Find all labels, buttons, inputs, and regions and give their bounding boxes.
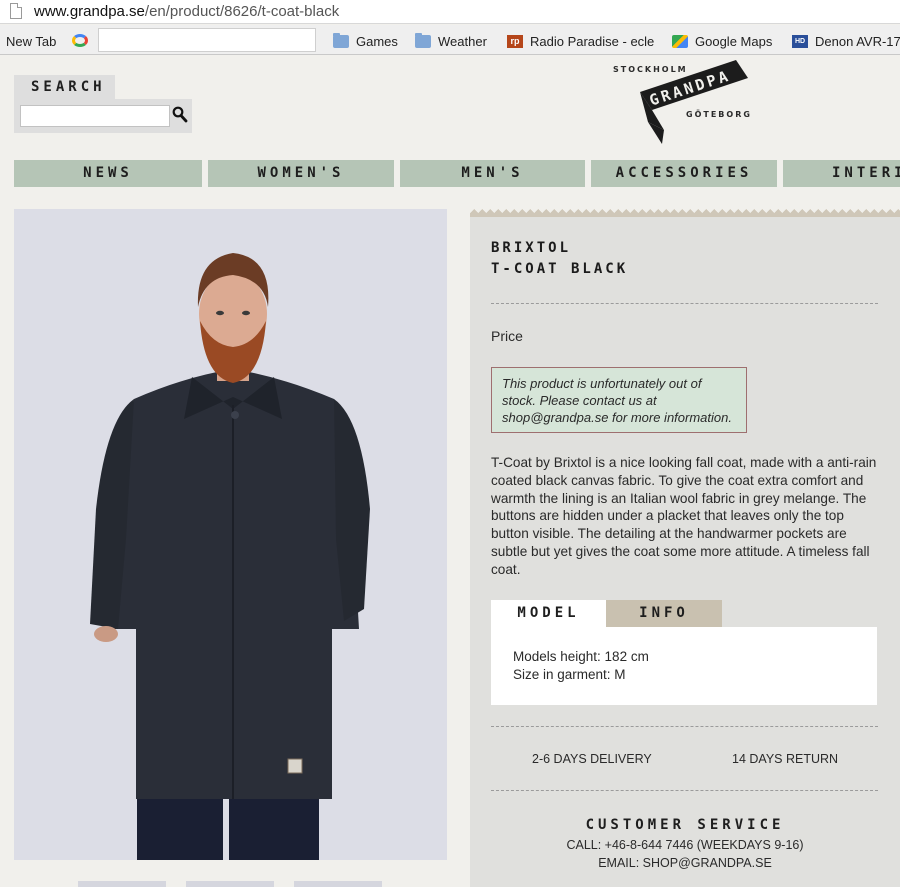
radio-paradise-icon: rp <box>507 34 523 48</box>
google-maps-icon <box>672 34 688 48</box>
tab-info[interactable]: INFO <box>606 600 722 627</box>
search-label: SEARCH <box>14 75 115 101</box>
model-height: Models height: 182 cm <box>513 649 649 664</box>
delivery-info: 2-6 DAYS DELIVERY <box>532 752 652 766</box>
address-bar[interactable]: www.grandpa.se/en/product/8626/t-coat-bl… <box>0 0 900 24</box>
out-of-stock-notice: This product is unfortunately out of sto… <box>491 367 747 433</box>
grandpa-logo[interactable]: STOCKHOLM GRANDPA GÖTEBORG <box>610 58 770 144</box>
thumbnail-3[interactable] <box>294 881 382 887</box>
product-description: T-Coat by Brixtol is a nice looking fall… <box>491 455 877 577</box>
search-input[interactable] <box>20 105 170 127</box>
customer-service-email[interactable]: EMAIL: SHOP@GRANDPA.SE <box>470 856 900 870</box>
nav-mens[interactable]: MEN'S <box>400 160 585 187</box>
bookmark-games[interactable]: Games <box>333 32 398 50</box>
product-photo-illustration <box>14 209 447 860</box>
nav-womens[interactable]: WOMEN'S <box>208 160 394 187</box>
search-icon[interactable] <box>172 106 188 124</box>
thumbnail-2[interactable] <box>186 881 274 887</box>
bookmark-denon[interactable]: HD Denon AVR-17 <box>792 32 900 50</box>
denon-icon: HD <box>792 34 808 48</box>
bookmark-new-tab[interactable]: New Tab <box>6 32 56 50</box>
folder-icon <box>415 32 431 48</box>
product-info-panel: BRIXTOL T-COAT BLACK Price This product … <box>470 209 900 887</box>
divider <box>491 726 878 727</box>
search-box <box>14 99 192 133</box>
bookmark-radio-paradise[interactable]: rp Radio Paradise - ecle <box>507 32 654 50</box>
customer-service-title: CUSTOMER SERVICE <box>585 817 785 833</box>
folder-icon <box>333 32 349 48</box>
product-brand[interactable]: BRIXTOL <box>491 240 571 256</box>
nav-news[interactable]: NEWS <box>14 160 202 187</box>
return-info: 14 DAYS RETURN <box>732 752 839 766</box>
thumbnail-1[interactable] <box>78 881 166 887</box>
logo-ribbon-icon: GRANDPA <box>640 60 748 144</box>
price-label: Price <box>491 328 523 344</box>
divider <box>491 303 878 304</box>
url-text[interactable]: www.grandpa.se/en/product/8626/t-coat-bl… <box>34 3 339 20</box>
bookmark-google[interactable] <box>64 31 95 49</box>
product-name: T-COAT BLACK <box>491 261 629 277</box>
nav-interior[interactable]: INTERIO <box>783 160 900 187</box>
google-icon <box>72 33 88 47</box>
product-photo[interactable] <box>14 209 447 860</box>
garment-size: Size in garment: M <box>513 666 626 682</box>
bookmark-weather[interactable]: Weather <box>415 32 487 50</box>
bookmarks-bar: New Tab Games Weather rp Radio Paradise -… <box>0 25 900 55</box>
bookmark-google-maps[interactable]: Google Maps <box>672 32 772 50</box>
tab-model-content: Models height: 182 cm Size in garment: M <box>491 627 877 705</box>
customer-service-phone: CALL: +46-8-644 7446 (WEEKDAYS 9-16) <box>566 838 804 852</box>
page-icon <box>10 3 22 19</box>
divider <box>491 790 878 791</box>
bookmark-blank-field[interactable] <box>98 28 316 52</box>
nav-accessories[interactable]: ACCESSORIES <box>591 160 777 187</box>
tab-model[interactable]: MODEL <box>491 600 606 627</box>
logo-brand-text: GRANDPA <box>647 66 733 109</box>
